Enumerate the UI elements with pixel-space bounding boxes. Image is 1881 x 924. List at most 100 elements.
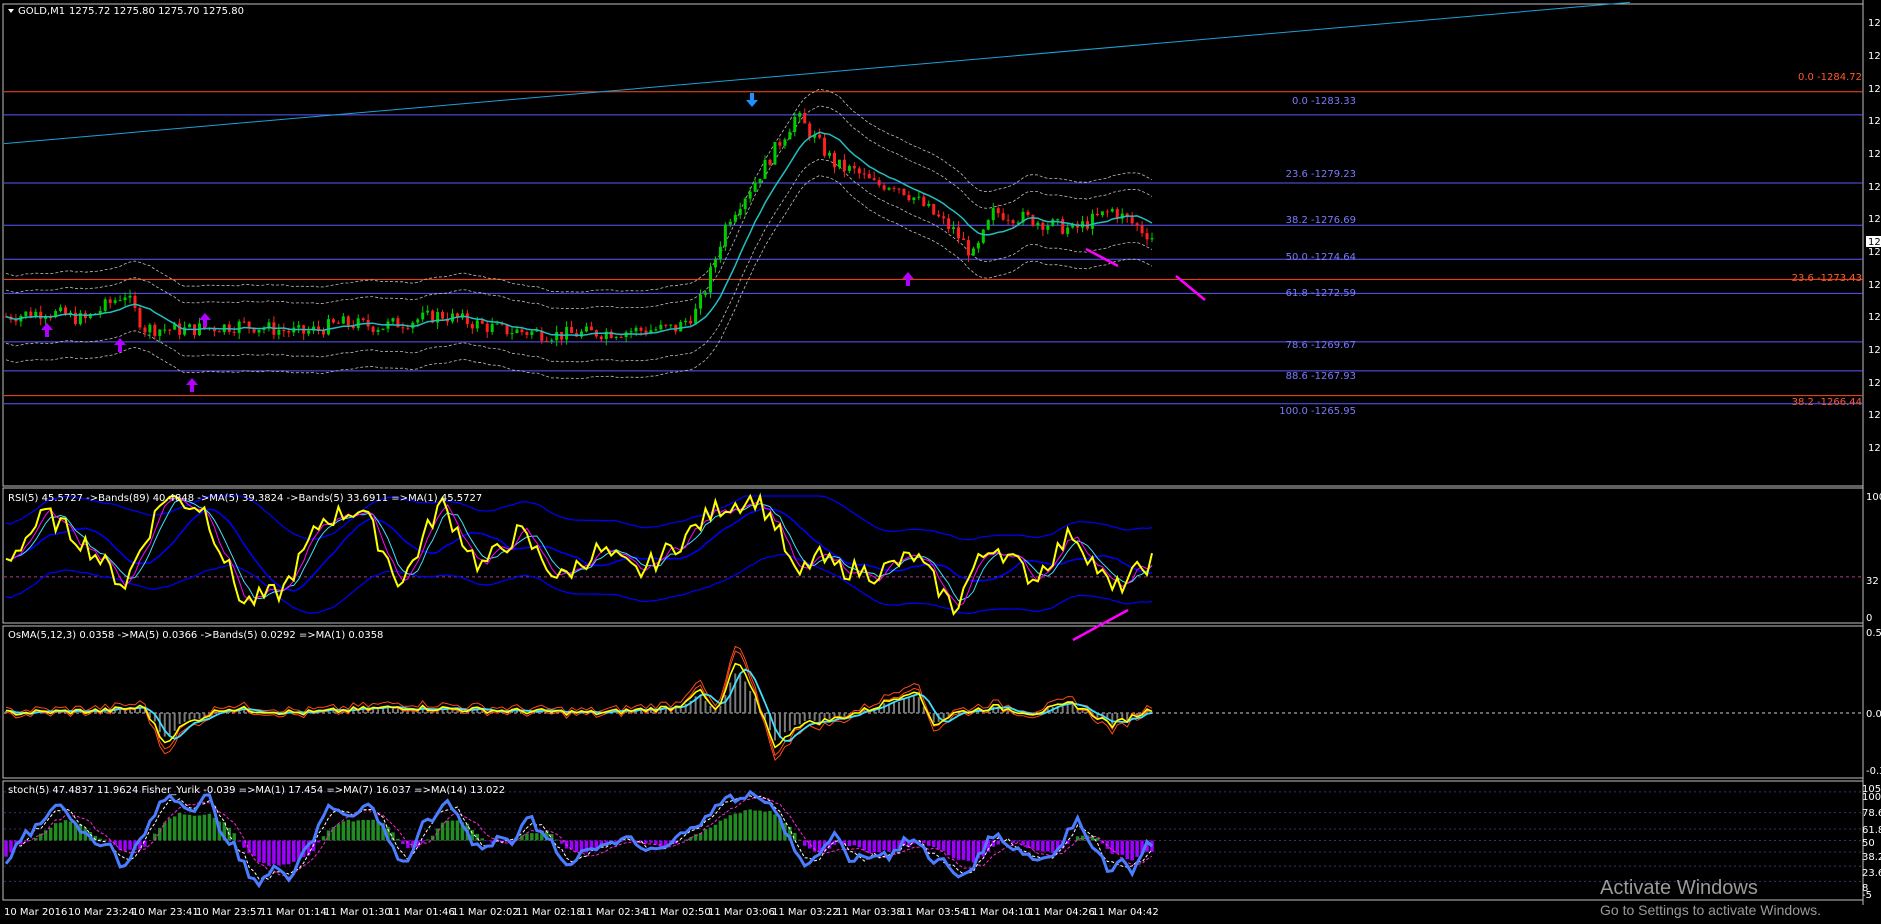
candle-body bbox=[336, 322, 340, 324]
candle-body bbox=[282, 329, 286, 332]
candle-body bbox=[753, 182, 757, 192]
candle-body bbox=[1036, 222, 1040, 226]
candle-body bbox=[470, 324, 474, 329]
rsi-tick: 0 bbox=[1866, 613, 1872, 624]
candle-body bbox=[629, 331, 633, 333]
fib-label: 100.0 -1265.95 bbox=[1279, 406, 1356, 417]
candle-body bbox=[1090, 213, 1094, 229]
candle-body bbox=[788, 131, 792, 140]
candle-body bbox=[857, 168, 861, 174]
time-tick: 10 Mar 23:57 bbox=[196, 907, 263, 918]
price-tick: 126 bbox=[1868, 443, 1881, 454]
candle-body bbox=[758, 178, 762, 183]
fib-label: 88.6 -1267.93 bbox=[1286, 371, 1356, 382]
candle-body bbox=[976, 242, 980, 249]
osma-tick: -0.3 bbox=[1866, 766, 1881, 777]
candle-body bbox=[108, 299, 112, 303]
candle-body bbox=[188, 324, 192, 328]
candle-body bbox=[441, 312, 445, 319]
candle-body bbox=[1100, 211, 1104, 216]
candle-body bbox=[113, 300, 117, 303]
candle-body bbox=[1056, 219, 1060, 221]
candle-body bbox=[1011, 220, 1015, 224]
candle-body bbox=[346, 316, 350, 326]
candle-body bbox=[872, 178, 876, 181]
candle-body bbox=[1150, 238, 1154, 240]
candle-body bbox=[589, 326, 593, 331]
candle-body bbox=[828, 152, 832, 156]
candle-body bbox=[852, 165, 856, 169]
candle-body bbox=[743, 198, 747, 210]
osma-panel-label: OsMA(5,12,3) 0.0358 ->MA(5) 0.0366 ->Ban… bbox=[8, 630, 383, 641]
price-tick: 127 bbox=[1868, 280, 1881, 291]
candle-body bbox=[862, 173, 866, 175]
candle-body bbox=[981, 229, 985, 243]
candle-body bbox=[892, 187, 896, 189]
candle-body bbox=[381, 328, 385, 330]
candle-body bbox=[823, 137, 827, 156]
candle-body bbox=[396, 318, 400, 328]
candle-body bbox=[550, 340, 554, 342]
price-tick: 126 bbox=[1868, 410, 1881, 421]
trading-chart[interactable]: GOLD,M1 1275.72 1275.80 1275.70 1275.80 … bbox=[0, 0, 1881, 924]
candle-body bbox=[808, 123, 812, 138]
candle-body bbox=[867, 173, 871, 179]
price-tick: 128 bbox=[1868, 18, 1881, 29]
time-tick: 11 Mar 03:54 bbox=[900, 907, 967, 918]
candle-body bbox=[1061, 219, 1065, 234]
candle-body bbox=[232, 331, 236, 333]
candle-body bbox=[416, 319, 420, 323]
candle-body bbox=[932, 203, 936, 215]
time-tick: 11 Mar 04:26 bbox=[1028, 907, 1095, 918]
candle-body bbox=[465, 313, 469, 325]
candle-body bbox=[510, 333, 514, 335]
time-axis-labels: 10 Mar 2016 10 Mar 23:24 10 Mar 23:41 10… bbox=[4, 907, 1159, 918]
candle-body bbox=[287, 331, 291, 333]
candle-body bbox=[1130, 217, 1134, 224]
fib-label: 61.8 -1272.59 bbox=[1286, 288, 1356, 299]
fib-label: 50.0 -1274.64 bbox=[1286, 252, 1356, 263]
candle-body bbox=[401, 327, 405, 329]
candle-body bbox=[803, 112, 807, 124]
candle-body bbox=[912, 197, 916, 200]
fib-label: 38.2 -1276.69 bbox=[1286, 215, 1356, 226]
candle-body bbox=[942, 216, 946, 219]
candle-body bbox=[748, 191, 752, 199]
candle-body bbox=[133, 295, 137, 308]
candle-body bbox=[599, 336, 603, 340]
candle-body bbox=[371, 326, 375, 332]
candle-body bbox=[1145, 233, 1149, 240]
candle-body bbox=[1066, 227, 1070, 234]
candle-body bbox=[713, 258, 717, 268]
fib-label: 78.6 -1269.67 bbox=[1286, 340, 1356, 351]
fib-label: 23.6 -1279.23 bbox=[1286, 169, 1356, 180]
candle-body bbox=[952, 227, 956, 229]
candle-body bbox=[897, 188, 901, 190]
time-tick: 10 Mar 23:41 bbox=[132, 907, 199, 918]
candle-body bbox=[1046, 225, 1050, 230]
candle-body bbox=[991, 208, 995, 221]
candle-body bbox=[704, 292, 708, 295]
stoch-panel-label: stoch(5) 47.4837 11.9624 Fisher_Yurik -0… bbox=[8, 785, 505, 796]
candle-body bbox=[971, 248, 975, 256]
candle-body bbox=[937, 214, 941, 217]
candle-body bbox=[738, 209, 742, 215]
candle-body bbox=[331, 319, 335, 323]
candle-body bbox=[679, 322, 683, 332]
candle-body bbox=[907, 195, 911, 200]
candle-body bbox=[39, 311, 43, 319]
candle-body bbox=[763, 159, 767, 179]
candle-body bbox=[708, 267, 712, 293]
candle-body bbox=[798, 112, 802, 117]
symbol-quote: 1275.72 1275.80 1275.70 1275.80 bbox=[69, 6, 244, 17]
osma-tick: 0.0 bbox=[1866, 709, 1881, 720]
candle-body bbox=[178, 323, 182, 335]
candle-body bbox=[545, 340, 549, 342]
candle-body bbox=[277, 329, 281, 335]
candle-body bbox=[768, 159, 772, 165]
stoch-tick: 78.6 bbox=[1862, 808, 1881, 819]
candle-body bbox=[837, 159, 841, 168]
symbol-title: GOLD,M1 bbox=[18, 6, 65, 17]
price-tick: 126 bbox=[1868, 345, 1881, 356]
stoch-tick: -5 bbox=[1862, 890, 1872, 901]
